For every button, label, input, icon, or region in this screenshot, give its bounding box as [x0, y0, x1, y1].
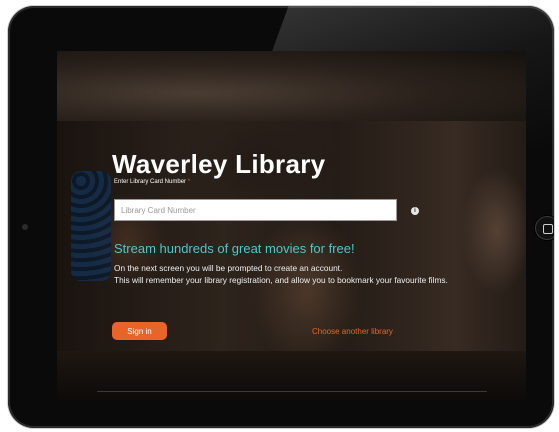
- page-title: Waverley Library: [112, 149, 326, 179]
- card-number-label: Enter Library Card Number *: [114, 179, 190, 185]
- camera-icon: [22, 224, 28, 230]
- sign-in-button[interactable]: Sign in: [112, 322, 167, 340]
- background-image-bottom: [57, 351, 526, 401]
- library-card-input[interactable]: [114, 199, 397, 221]
- required-mark: *: [187, 179, 191, 185]
- description: On the next screen you will be prompted …: [114, 262, 448, 286]
- info-icon[interactable]: i: [411, 207, 419, 215]
- home-button-icon: [543, 224, 553, 234]
- app-screen: Waverley Library Enter Library Card Numb…: [57, 51, 526, 401]
- description-line: On the next screen you will be prompted …: [114, 263, 343, 273]
- tagline: Stream hundreds of great movies for free…: [114, 241, 355, 256]
- choose-another-library-link[interactable]: Choose another library: [312, 327, 393, 336]
- description-line: This will remember your library registra…: [114, 275, 448, 285]
- tablet-frame: Waverley Library Enter Library Card Numb…: [8, 6, 554, 428]
- home-button[interactable]: [535, 216, 554, 240]
- card-number-label-text: Enter Library Card Number: [114, 179, 187, 185]
- divider: [97, 391, 487, 392]
- background-image-top: [57, 51, 526, 121]
